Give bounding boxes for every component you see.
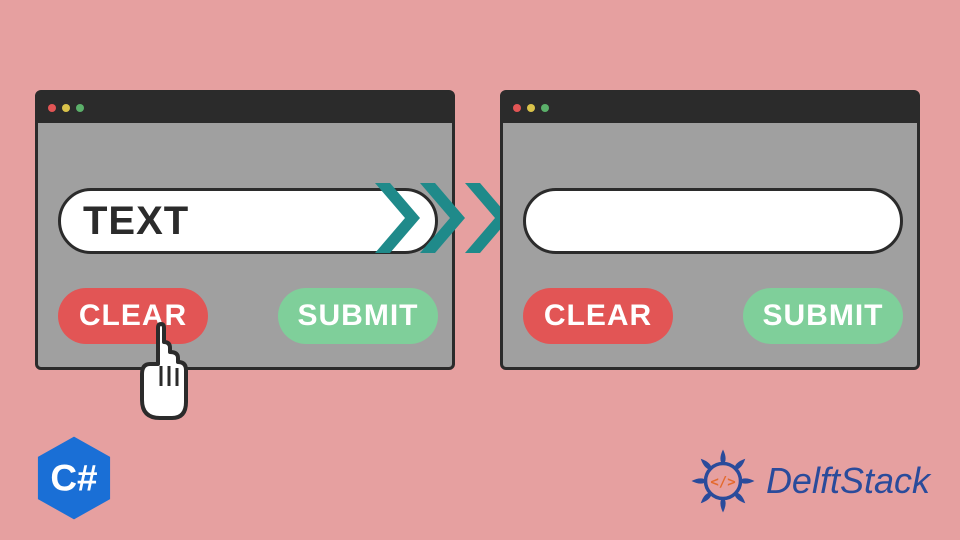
titlebar [38,93,452,123]
minimize-dot-icon[interactable] [62,104,70,112]
brand-emblem-icon: </> [688,446,758,516]
csharp-label: C# [50,457,97,498]
clear-button[interactable]: CLEAR [58,288,208,344]
svg-text:</>: </> [710,474,735,490]
maximize-dot-icon[interactable] [541,104,549,112]
titlebar [503,93,917,123]
close-dot-icon[interactable] [48,104,56,112]
transition-arrows-icon [370,178,520,258]
close-dot-icon[interactable] [513,104,521,112]
maximize-dot-icon[interactable] [76,104,84,112]
window-after: CLEAR SUBMIT [500,90,920,370]
submit-button[interactable]: SUBMIT [743,288,903,344]
csharp-badge-icon: C# [30,434,118,522]
brand-name: DelftStack [766,460,930,502]
submit-button[interactable]: SUBMIT [278,288,438,344]
text-input[interactable] [523,188,903,254]
brand-logo: </> DelftStack [688,446,930,516]
clear-button[interactable]: CLEAR [523,288,673,344]
minimize-dot-icon[interactable] [527,104,535,112]
